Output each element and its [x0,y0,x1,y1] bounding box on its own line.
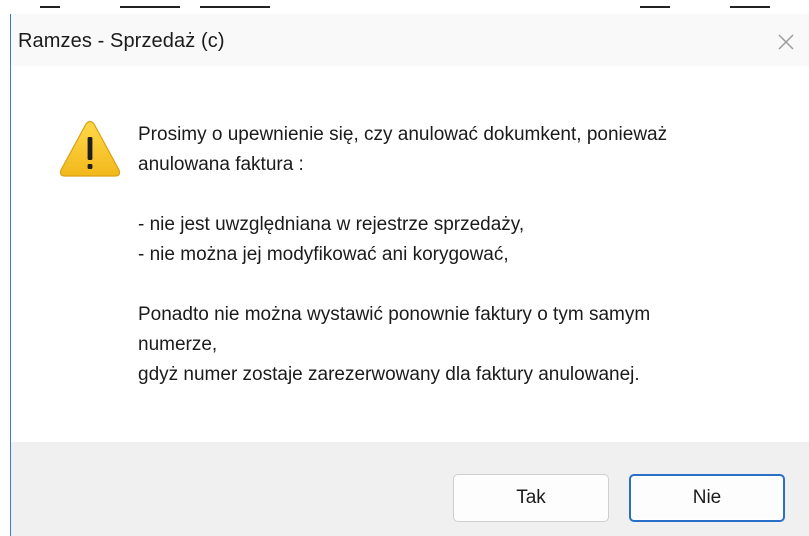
yes-button[interactable]: Tak [453,474,609,522]
background-fragment [640,0,670,8]
background-fragment [200,0,270,8]
message-line: gdyż numer zostaje zarezerwowany dla fak… [138,364,640,385]
message-line: Prosimy o upewnienie się, czy anulować d… [138,124,668,145]
message-dialog: Ramzes - Sprzedaż (c) Prosimy o upewnien… [10,14,809,536]
button-bar: Tak Nie [11,442,809,536]
close-button[interactable] [773,29,799,55]
message-line: - nie można jej modyfikować ani korygowa… [138,244,509,265]
window-title: Ramzes - Sprzedaż (c) [18,30,225,52]
background-fragment [730,0,770,8]
close-icon [778,34,794,50]
message-line: - nie jest uwzględniana w rejestrze sprz… [138,214,525,235]
no-button[interactable]: Nie [629,474,785,522]
background-app-strip [0,0,809,14]
message-line: Ponadto nie można wystawić ponownie fakt… [138,304,651,325]
dialog-message: Prosimy o upewnienie się, czy anulować d… [138,120,778,390]
message-line: anulowana faktura : [138,154,304,175]
dialog-content: Prosimy o upewnienie się, czy anulować d… [11,66,809,442]
warning-icon [59,120,121,177]
title-bar[interactable]: Ramzes - Sprzedaż (c) [11,14,809,66]
background-fragment [120,0,180,8]
background-fragment [40,0,60,8]
message-line: numerze, [138,334,218,355]
